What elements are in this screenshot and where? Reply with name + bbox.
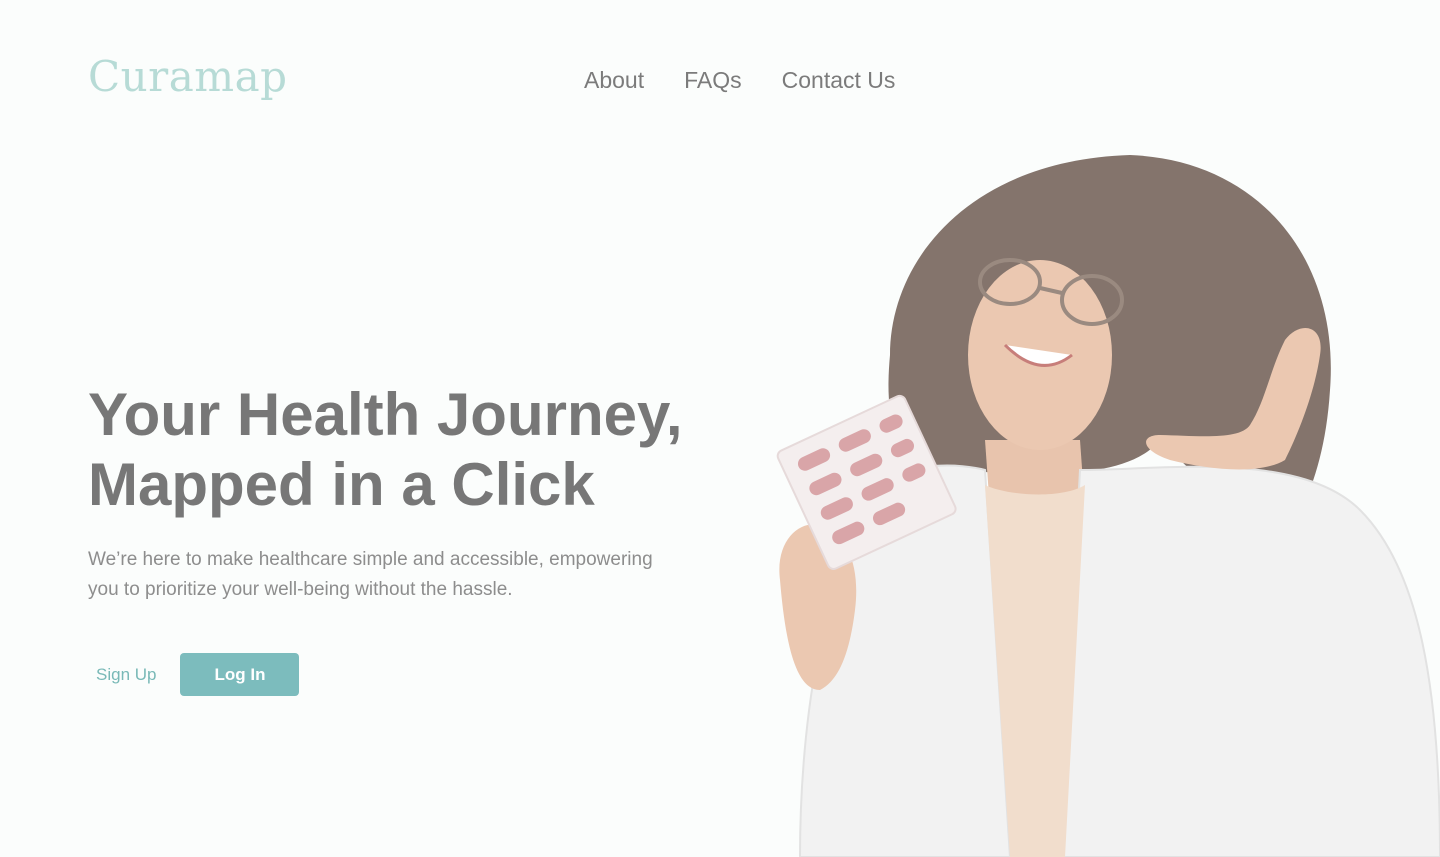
main-nav: About FAQs Contact Us (584, 64, 895, 96)
sign-up-button[interactable]: Sign Up (88, 655, 164, 695)
smiling-pharmacist-illustration (776, 155, 1440, 857)
hero-subtitle-line: We’re here to make healthcare simple and… (88, 549, 653, 570)
nav-link-about[interactable]: About (584, 64, 644, 96)
lab-coat-shape (1058, 465, 1440, 857)
hero-image (740, 140, 1440, 857)
hero-actions: Sign Up Log In (88, 653, 300, 696)
hero-subtitle: We’re here to make healthcare simple and… (88, 545, 708, 605)
nav-link-faqs[interactable]: FAQs (684, 64, 742, 96)
hero-subtitle-line: you to prioritize your well-being withou… (88, 579, 513, 600)
nav-link-contact-us[interactable]: Contact Us (782, 64, 896, 96)
hero-title-line: Mapped in a Click (88, 451, 595, 518)
hero-title-line: Your Health Journey, (88, 381, 683, 448)
hero-title: Your Health Journey, Mapped in a Click (88, 380, 728, 520)
brand-logo[interactable]: Curamap (88, 52, 288, 102)
log-in-button[interactable]: Log In (180, 653, 300, 696)
